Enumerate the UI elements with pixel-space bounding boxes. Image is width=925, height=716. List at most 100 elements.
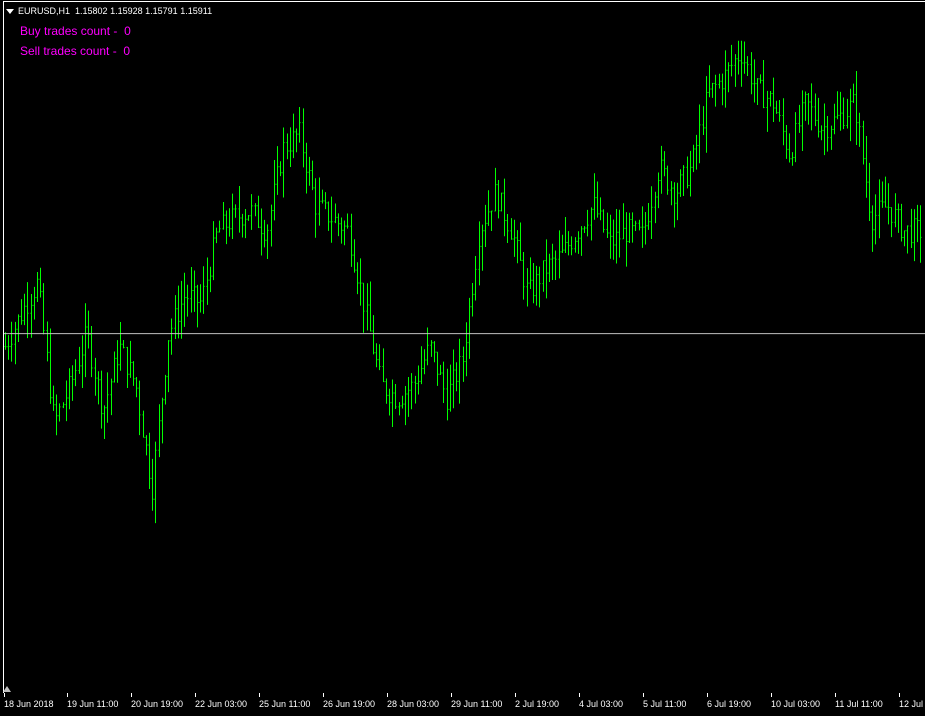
price-chart[interactable] <box>0 0 925 693</box>
time-axis-label: 5 Jul 11:00 <box>643 699 687 709</box>
ohlc-bar <box>740 40 743 87</box>
ohlc-bar <box>858 112 861 147</box>
ohlc-bar <box>718 73 721 89</box>
ohlc-bar <box>222 201 225 230</box>
ohlc-bar <box>23 293 26 326</box>
ohlc-bar <box>298 106 301 143</box>
ohlc-bar <box>196 284 199 328</box>
ohlc-bar <box>458 338 461 404</box>
ohlc-bar <box>276 146 279 195</box>
ohlc-bar <box>308 156 311 186</box>
ohlc-bar <box>282 127 285 198</box>
ohlc-bar <box>74 359 77 387</box>
ohlc-bar <box>324 192 327 210</box>
chart-shift-marker-icon[interactable] <box>3 686 11 692</box>
ohlc-bar <box>586 209 589 237</box>
ohlc-bar <box>516 230 519 264</box>
sell-trades-value: 0 <box>123 44 131 58</box>
ohlc-bar <box>372 315 375 355</box>
ohlc-bar <box>388 388 391 416</box>
ohlc-bar <box>522 252 525 300</box>
ohlc-bar <box>305 142 308 194</box>
time-axis-tick <box>579 693 580 697</box>
ohlc-bar <box>910 208 913 248</box>
ohlc-bar <box>657 172 660 209</box>
ohlc-bar <box>39 267 42 298</box>
time-axis-tick <box>899 693 900 697</box>
ohlc-bar <box>46 321 49 362</box>
ohlc-bar <box>679 169 682 197</box>
ohlc-bar <box>471 282 474 317</box>
ohlc-bar <box>209 266 212 293</box>
time-axis-tick <box>387 693 388 697</box>
ohlc-bar <box>151 458 154 511</box>
ohlc-bar <box>906 225 909 254</box>
ohlc-bar <box>890 206 893 238</box>
ohlc-bar <box>100 370 103 429</box>
ohlc-high: 1.15928 <box>110 6 143 16</box>
ohlc-bar <box>708 65 711 98</box>
ohlc-bar <box>698 104 701 164</box>
time-axis-tick <box>4 693 5 697</box>
ohlc-bar <box>369 281 372 332</box>
ohlc-bar <box>666 165 669 195</box>
ohlc-bar <box>686 156 689 189</box>
ohlc-bar <box>455 362 458 392</box>
ohlc-bar <box>7 335 10 360</box>
ohlc-bar <box>238 185 241 233</box>
ohlc-bar <box>647 202 650 230</box>
ohlc-bar <box>705 76 708 153</box>
ohlc-bar <box>762 60 765 109</box>
ohlc-bar <box>273 159 276 221</box>
sell-trades-label: Sell trades count - <box>20 44 117 58</box>
ohlc-bar <box>878 179 881 239</box>
ohlc-bar <box>794 112 797 163</box>
time-axis-tick <box>259 693 260 697</box>
ohlc-bar <box>186 284 189 317</box>
ohlc-bar <box>849 88 852 142</box>
ohlc-bar <box>807 92 810 125</box>
ohlc-bar <box>519 222 522 261</box>
ohlc-bar <box>116 340 119 383</box>
time-axis-tick <box>195 693 196 697</box>
ohlc-bar <box>343 220 346 246</box>
ohlc-bar <box>612 219 615 260</box>
time-axis-tick <box>131 693 132 697</box>
ohlc-bar <box>436 351 439 386</box>
ohlc-bar <box>894 193 897 228</box>
ohlc-bar <box>622 203 625 240</box>
time-axis-tick <box>707 693 708 697</box>
ohlc-bar <box>180 280 183 339</box>
ohlc-bar <box>778 100 781 122</box>
ohlc-bar <box>567 231 570 256</box>
ohlc-bar <box>574 237 577 253</box>
sell-trades-count: Sell trades count - 0 <box>20 43 130 59</box>
ohlc-bar <box>484 204 487 247</box>
ohlc-bar <box>756 78 759 105</box>
ohlc-bar <box>743 41 746 74</box>
ohlc-bar <box>887 183 890 225</box>
ohlc-bar <box>449 364 452 412</box>
ohlc-bar <box>417 365 420 395</box>
ohlc-bar <box>378 344 381 371</box>
symbol-menu-triangle-icon[interactable] <box>6 8 14 14</box>
ohlc-low: 1.15791 <box>145 6 178 16</box>
chart-header: EURUSD,H1 1.15802 1.15928 1.15791 1.1591… <box>6 4 212 18</box>
time-axis-tick <box>835 693 836 697</box>
ohlc-bar <box>468 297 471 359</box>
ohlc-bar <box>17 314 20 342</box>
ohlc-bar <box>916 204 919 243</box>
ohlc-bar <box>839 91 842 131</box>
ohlc-bar <box>462 346 465 382</box>
ohlc-bar <box>545 239 548 299</box>
ohlc-bar <box>382 348 385 383</box>
ohlc-bar <box>554 250 557 281</box>
ohlc-bar <box>71 365 74 401</box>
time-axis-tick <box>323 693 324 697</box>
ohlc-bar <box>218 220 221 233</box>
ohlc-bar <box>247 215 250 221</box>
ohlc-bar <box>532 262 535 304</box>
ohlc-bar <box>62 402 65 409</box>
chart-window[interactable]: EURUSD,H1 1.15802 1.15928 1.15791 1.1591… <box>0 0 925 716</box>
ohlc-bar <box>170 318 173 355</box>
